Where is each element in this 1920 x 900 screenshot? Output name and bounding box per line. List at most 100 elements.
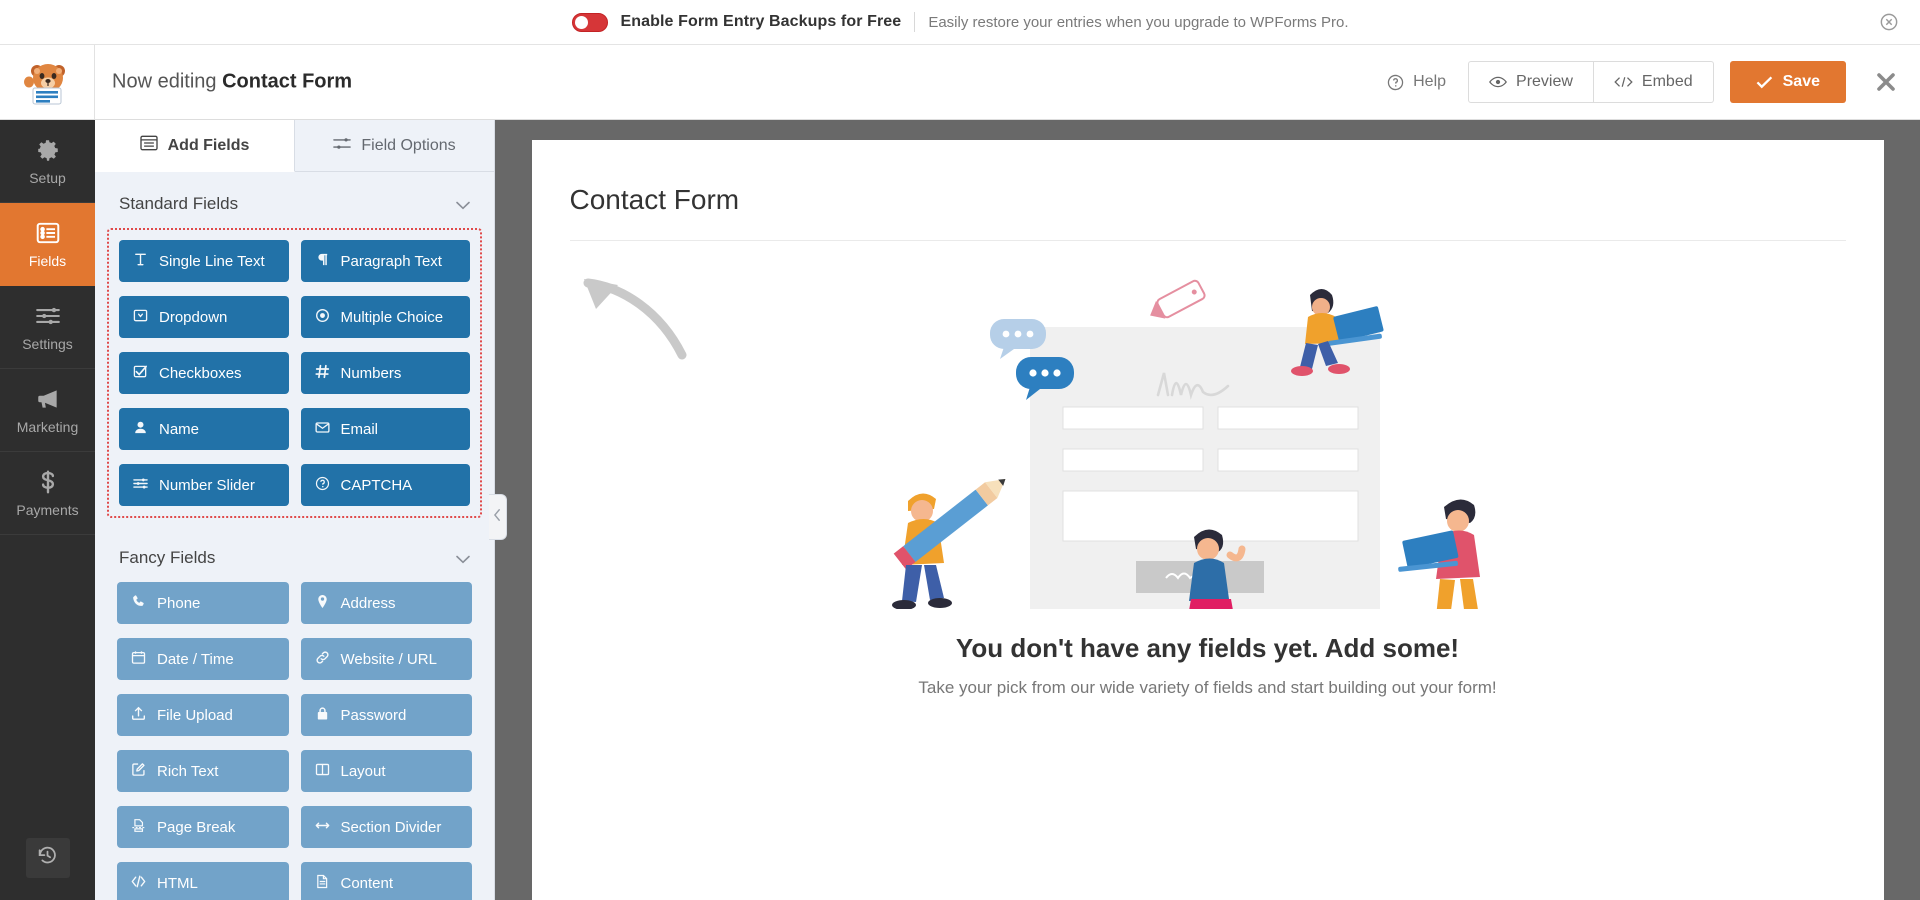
field-button-number-slider[interactable]: Number Slider	[119, 464, 289, 506]
columns-icon	[315, 762, 330, 781]
revision-history-icon	[37, 845, 58, 871]
phone-icon	[131, 594, 146, 613]
wpforms-bear-logo-icon	[21, 58, 73, 106]
revisions-button[interactable]	[26, 838, 70, 878]
editing-prefix: Now editing	[112, 71, 217, 93]
panel-tab-bar: Add Fields Field Options	[95, 120, 494, 172]
lock-icon	[315, 706, 330, 725]
field-label: Paragraph Text	[341, 253, 442, 270]
field-label: Name	[159, 421, 199, 438]
notification-title: Enable Form Entry Backups for Free	[621, 13, 902, 31]
form-building-illustration	[878, 279, 1538, 609]
hash-icon	[315, 364, 330, 383]
field-button-paragraph-text[interactable]: Paragraph Text	[301, 240, 471, 282]
link-icon	[315, 650, 330, 669]
section-header-standard-fields[interactable]: Standard Fields	[117, 172, 472, 228]
paragraph-icon	[315, 252, 330, 271]
field-button-file-upload[interactable]: File Upload	[117, 694, 289, 736]
question-circle-icon	[1387, 74, 1404, 91]
field-button-numbers[interactable]: Numbers	[301, 352, 471, 394]
preview-button[interactable]: Preview	[1468, 61, 1594, 103]
curved-arrow-icon	[582, 271, 692, 363]
wpforms-logo[interactable]	[0, 45, 95, 119]
sidebar-label-setup: Setup	[29, 170, 66, 186]
field-button-content[interactable]: Content	[301, 862, 473, 900]
empty-state: You don't have any fields yet. Add some!…	[570, 241, 1846, 698]
embed-button[interactable]: Embed	[1594, 61, 1714, 103]
code-icon	[131, 874, 146, 893]
field-label: Single Line Text	[159, 253, 265, 270]
field-button-page-break[interactable]: Page Break	[117, 806, 289, 848]
entry-backups-toggle[interactable]	[572, 13, 608, 32]
fancy-fields-grid: Phone Address Date / Time	[117, 582, 472, 900]
check-icon	[1756, 75, 1773, 89]
field-label: Checkboxes	[159, 365, 242, 382]
field-label: Phone	[157, 595, 200, 612]
checkbox-icon	[133, 364, 148, 383]
sidebar-item-settings[interactable]: Settings	[0, 286, 95, 369]
field-options-icon	[333, 136, 351, 156]
form-preview-card[interactable]: Contact Form	[532, 140, 1884, 900]
help-button[interactable]: Help	[1365, 73, 1468, 91]
content-icon	[315, 874, 330, 893]
field-label: Content	[341, 875, 394, 892]
chevron-left-icon	[493, 508, 502, 527]
close-builder-icon[interactable]	[1874, 70, 1898, 94]
tab-add-fields[interactable]: Add Fields	[95, 120, 295, 172]
notification-bar: Enable Form Entry Backups for Free Easil…	[0, 0, 1920, 45]
preview-form-title: Contact Form	[570, 174, 1846, 241]
field-label: Address	[341, 595, 396, 612]
sidebar-label-settings: Settings	[22, 336, 73, 352]
sliders-icon	[35, 303, 61, 329]
field-button-section-divider[interactable]: Section Divider	[301, 806, 473, 848]
save-button[interactable]: Save	[1730, 61, 1846, 103]
panel-collapse-handle[interactable]	[489, 494, 507, 540]
field-button-rich-text[interactable]: Rich Text	[117, 750, 289, 792]
field-button-multiple-choice[interactable]: Multiple Choice	[301, 296, 471, 338]
field-button-website-url[interactable]: Website / URL	[301, 638, 473, 680]
field-button-layout[interactable]: Layout	[301, 750, 473, 792]
panel-scroll-body[interactable]: Standard Fields Single Line Text	[95, 172, 494, 900]
notification-content: Enable Form Entry Backups for Free Easil…	[572, 12, 1349, 32]
app-header: Now editing Contact Form Help Preview	[0, 45, 1920, 120]
standard-fields-grid: Single Line Text Paragraph Text Dropd	[107, 228, 482, 518]
section-header-fancy-fields[interactable]: Fancy Fields	[117, 518, 472, 582]
sidebar-label-payments: Payments	[16, 502, 78, 518]
field-label: Number Slider	[159, 477, 255, 494]
empty-state-subtitle: Take your pick from our wide variety of …	[570, 678, 1846, 698]
field-button-date-time[interactable]: Date / Time	[117, 638, 289, 680]
notification-close-icon[interactable]	[1880, 13, 1898, 31]
notification-divider	[914, 12, 915, 32]
field-label: Multiple Choice	[341, 309, 444, 326]
preview-embed-group: Preview Embed	[1468, 61, 1714, 103]
tab-field-options[interactable]: Field Options	[295, 120, 494, 172]
slider-icon	[133, 476, 148, 495]
field-label: Date / Time	[157, 651, 234, 668]
preview-label: Preview	[1516, 73, 1573, 91]
field-label: Email	[341, 421, 379, 438]
field-button-phone[interactable]: Phone	[117, 582, 289, 624]
field-button-name[interactable]: Name	[119, 408, 289, 450]
sidebar-label-fields: Fields	[29, 253, 66, 269]
map-pin-icon	[315, 594, 330, 613]
sidebar-item-payments[interactable]: Payments	[0, 452, 95, 535]
field-button-checkboxes[interactable]: Checkboxes	[119, 352, 289, 394]
field-button-password[interactable]: Password	[301, 694, 473, 736]
help-label: Help	[1413, 73, 1446, 91]
field-label: File Upload	[157, 707, 233, 724]
tab-add-fields-label: Add Fields	[168, 137, 250, 155]
sidebar-item-setup[interactable]: Setup	[0, 120, 95, 203]
sidebar-item-fields[interactable]: Fields	[0, 203, 95, 286]
section-title-standard-fields: Standard Fields	[119, 194, 238, 214]
field-button-email[interactable]: Email	[301, 408, 471, 450]
field-button-address[interactable]: Address	[301, 582, 473, 624]
sidebar-item-marketing[interactable]: Marketing	[0, 369, 95, 452]
field-button-captcha[interactable]: CAPTCHA	[301, 464, 471, 506]
field-button-html[interactable]: HTML	[117, 862, 289, 900]
eye-icon	[1489, 75, 1507, 89]
field-button-single-line-text[interactable]: Single Line Text	[119, 240, 289, 282]
field-label: Password	[341, 707, 407, 724]
tab-field-options-label: Field Options	[361, 137, 455, 155]
field-button-dropdown[interactable]: Dropdown	[119, 296, 289, 338]
upload-icon	[131, 706, 146, 725]
